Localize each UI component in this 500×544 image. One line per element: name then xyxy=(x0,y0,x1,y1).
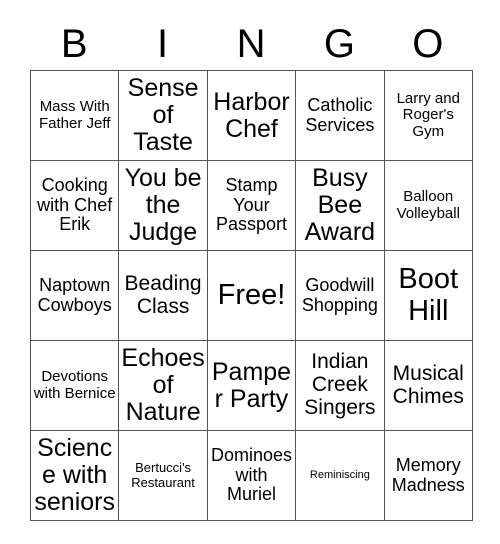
bingo-cell-label: Beading Class xyxy=(124,271,202,318)
bingo-grid: Mass With Father Jeff Sense of Taste Har… xyxy=(30,70,473,521)
bingo-cell[interactable]: Pamper Party xyxy=(207,340,297,431)
bingo-header-letter-b: B xyxy=(60,22,88,66)
bingo-cell-label: Busy Bee Award xyxy=(304,164,376,246)
bingo-header-row: B I N G O xyxy=(30,0,472,66)
bingo-cell-label: Science with seniors xyxy=(34,434,115,516)
bingo-cell-label: Balloon Volleyball xyxy=(396,188,460,222)
bingo-cell[interactable]: Cooking with Chef Erik xyxy=(30,160,120,251)
bingo-header-letter-o: O xyxy=(412,22,444,66)
bingo-cell-label: Dominoes with Muriel xyxy=(210,445,292,505)
bingo-cell[interactable]: Sense of Taste xyxy=(118,70,208,161)
bingo-row: Mass With Father Jeff Sense of Taste Har… xyxy=(30,70,473,161)
bingo-header-letter-i: I xyxy=(157,22,169,66)
bingo-cell-label: Reminiscing xyxy=(309,468,370,481)
bingo-cell[interactable]: Harbor Chef xyxy=(207,70,297,161)
bingo-cell-label: Bertucci's Restaurant xyxy=(131,460,195,490)
bingo-cell-label: Indian Creek Singers xyxy=(304,350,376,419)
bingo-cell-label: Devotions with Bernice xyxy=(33,368,116,402)
bingo-cell[interactable]: Memory Madness xyxy=(384,430,473,521)
bingo-cell[interactable]: Stamp Your Passport xyxy=(207,160,297,251)
bingo-cell-label: Stamp Your Passport xyxy=(215,175,287,235)
bingo-row: Devotions with Bernice Echoes of Nature … xyxy=(30,340,473,431)
bingo-cell[interactable]: Boot Hill xyxy=(384,250,473,341)
bingo-cell[interactable]: Reminiscing xyxy=(295,430,385,521)
bingo-cell[interactable]: Science with seniors xyxy=(30,430,120,521)
bingo-row: Cooking with Chef Erik You be the Judge … xyxy=(30,160,473,251)
bingo-header-letter-n: N xyxy=(236,22,266,66)
bingo-cell-label: Catholic Services xyxy=(305,95,375,135)
bingo-cell-label: You be the Judge xyxy=(124,164,202,246)
bingo-cell-label: Larry and Roger's Gym xyxy=(396,90,460,140)
bingo-cell-label: Harbor Chef xyxy=(213,87,290,143)
bingo-cell[interactable]: You be the Judge xyxy=(118,160,208,251)
bingo-row: Science with seniors Bertucci's Restaura… xyxy=(30,430,473,521)
bingo-cell[interactable]: Busy Bee Award xyxy=(295,160,385,251)
bingo-header-letter-g: G xyxy=(323,22,355,66)
bingo-cell[interactable]: Naptown Cowboys xyxy=(30,250,120,341)
bingo-cell[interactable]: Echoes of Nature xyxy=(118,340,208,431)
bingo-cell-label: Echoes of Nature xyxy=(121,344,205,426)
bingo-cell[interactable]: Beading Class xyxy=(118,250,208,341)
bingo-cell-label: Pamper Party xyxy=(211,357,292,413)
bingo-cell-label: Memory Madness xyxy=(391,455,465,495)
bingo-cell[interactable]: Goodwill Shopping xyxy=(295,250,385,341)
bingo-cell[interactable]: Devotions with Bernice xyxy=(30,340,120,431)
bingo-cell-label: Naptown Cowboys xyxy=(37,275,112,315)
bingo-cell-label: Sense of Taste xyxy=(127,74,199,156)
bingo-cell-label: Goodwill Shopping xyxy=(301,275,378,315)
bingo-card: B I N G O Mass With Father Jeff Sense of… xyxy=(0,0,500,544)
bingo-cell[interactable]: Catholic Services xyxy=(295,70,385,161)
bingo-cell[interactable]: Dominoes with Muriel xyxy=(207,430,297,521)
bingo-cell[interactable]: Balloon Volleyball xyxy=(384,160,473,251)
bingo-cell-free[interactable]: Free! xyxy=(207,250,297,341)
bingo-row: Naptown Cowboys Beading Class Free! Good… xyxy=(30,250,473,341)
bingo-cell-label: Boot Hill xyxy=(398,263,459,327)
bingo-cell[interactable]: Musical Chimes xyxy=(384,340,473,431)
bingo-cell[interactable]: Mass With Father Jeff xyxy=(30,70,120,161)
bingo-cell[interactable]: Indian Creek Singers xyxy=(295,340,385,431)
bingo-cell[interactable]: Bertucci's Restaurant xyxy=(118,430,208,521)
bingo-cell-label: Musical Chimes xyxy=(392,361,464,408)
bingo-cell[interactable]: Larry and Roger's Gym xyxy=(384,70,473,161)
bingo-free-space-label: Free! xyxy=(217,278,286,311)
bingo-cell-label: Mass With Father Jeff xyxy=(38,98,111,132)
bingo-cell-label: Cooking with Chef Erik xyxy=(37,175,113,235)
